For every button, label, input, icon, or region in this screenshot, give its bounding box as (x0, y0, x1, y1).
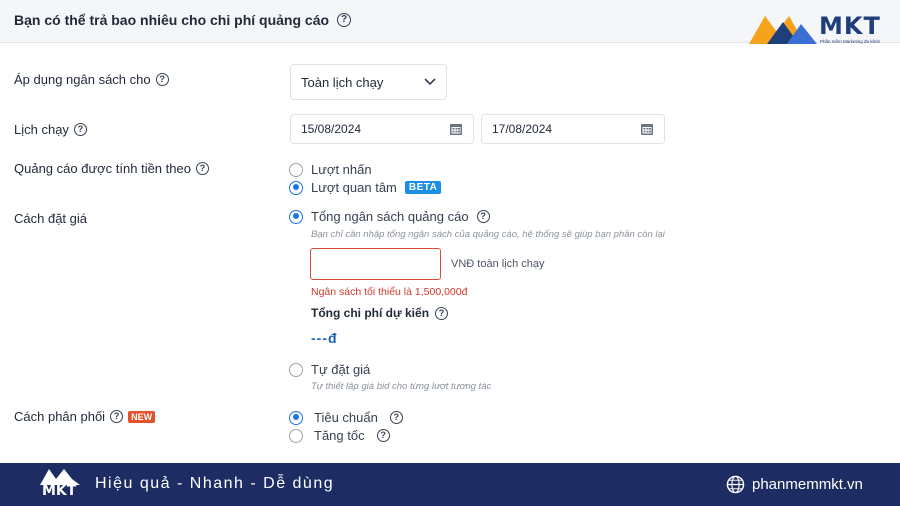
globe-icon (726, 475, 745, 494)
footer-logo: MKT (38, 467, 82, 503)
budget-error-message: Ngân sách tối thiểu là 1,500,000đ (311, 286, 468, 298)
radio-button-selected[interactable] (289, 209, 303, 224)
delivery-label: Cách phân phối ? NEW (14, 409, 156, 424)
new-badge: NEW (128, 410, 156, 423)
logo-mark-icon (749, 16, 817, 44)
delivery-option-accelerated[interactable]: Tăng tốc ? (289, 428, 390, 443)
schedule-label-text: Lịch chạy (14, 122, 69, 137)
billing-option-clicks[interactable]: Lượt nhấn (289, 162, 372, 177)
radio-button-selected[interactable] (289, 410, 303, 425)
schedule-label: Lịch chạy ? (14, 122, 87, 137)
estimated-cost-label: Tổng chi phí dự kiến ? (311, 306, 449, 320)
calendar-icon[interactable] (640, 122, 654, 136)
footer-slogan: Hiệu quả - Nhanh - Dễ dùng (95, 475, 335, 492)
calendar-icon[interactable] (449, 122, 463, 136)
bidding-option-label: Tổng ngân sách quảng cáo (311, 209, 469, 224)
radio-button-selected[interactable] (289, 180, 303, 195)
radio-button[interactable] (289, 362, 303, 377)
end-date-value: 17/08/2024 (492, 122, 553, 136)
logo-text: MKT (819, 12, 881, 40)
bidding-label-text: Cách đặt giá (14, 211, 87, 226)
delivery-option-standard[interactable]: Tiêu chuẩn ? (289, 410, 403, 425)
budget-scope-select[interactable]: Toàn lịch chạy (290, 64, 447, 100)
logo-tagline: Phần mềm Marketing đa kênh (820, 39, 881, 44)
help-icon[interactable]: ? (376, 429, 390, 442)
bidding-option-manual[interactable]: Tự đặt giá (289, 362, 370, 377)
help-icon[interactable]: ? (435, 306, 449, 320)
help-icon[interactable]: ? (155, 73, 169, 86)
mkt-logo: MKT Phần mềm Marketing đa kênh (747, 10, 889, 48)
budget-scope-value: Toàn lịch chạy (301, 74, 384, 90)
help-icon[interactable]: ? (73, 123, 87, 136)
radio-button[interactable] (289, 428, 303, 443)
billing-option-label: Lượt nhấn (311, 162, 372, 177)
help-icon[interactable]: ? (110, 410, 124, 423)
billing-label: Quảng cáo được tính tiền theo ? (14, 161, 209, 176)
footer-website[interactable]: phanmemmkt.vn (752, 476, 863, 493)
footer-logo-text: MKT (42, 483, 77, 499)
manual-bid-hint: Tự thiết lập giá bid cho từng lượt tương… (311, 381, 492, 392)
beta-badge: BETA (404, 181, 442, 194)
help-icon[interactable]: ? (476, 210, 490, 223)
help-icon[interactable]: ? (389, 411, 403, 424)
delivery-option-label: Tăng tốc (314, 428, 365, 443)
help-icon[interactable]: ? (195, 162, 209, 175)
billing-label-text: Quảng cáo được tính tiền theo (14, 161, 191, 176)
radio-button[interactable] (289, 162, 303, 177)
budget-unit-label: VNĐ toàn lịch chạy (451, 258, 545, 270)
section-title: Bạn có thể trả bao nhiêu cho chi phí quả… (14, 12, 352, 28)
total-budget-hint: Bạn chỉ cần nhập tổng ngân sách của quản… (311, 229, 665, 240)
help-icon[interactable]: ? (337, 13, 352, 27)
budget-scope-label: Áp dụng ngân sách cho ? (14, 72, 169, 87)
budget-scope-label-text: Áp dụng ngân sách cho (14, 72, 151, 87)
estimated-cost-value: ---đ (311, 330, 338, 346)
bidding-option-total-budget[interactable]: Tổng ngân sách quảng cáo ? (289, 209, 490, 224)
start-date-value: 15/08/2024 (301, 122, 362, 136)
start-date-input[interactable]: 15/08/2024 (290, 114, 474, 144)
chevron-down-icon (424, 78, 436, 86)
bidding-label: Cách đặt giá (14, 211, 87, 226)
billing-option-label: Lượt quan tâm (311, 180, 397, 195)
billing-option-engagements[interactable]: Lượt quan tâm BETA (289, 180, 442, 195)
delivery-label-text: Cách phân phối (14, 409, 106, 424)
delivery-option-label: Tiêu chuẩn (314, 410, 378, 425)
budget-amount-input[interactable] (310, 248, 441, 280)
end-date-input[interactable]: 17/08/2024 (481, 114, 665, 144)
footer-banner: MKT Hiệu quả - Nhanh - Dễ dùng phanmemmk… (0, 463, 900, 506)
bidding-option-label: Tự đặt giá (311, 362, 371, 377)
estimated-cost-label-text: Tổng chi phí dự kiến (311, 306, 430, 320)
section-title-text: Bạn có thể trả bao nhiêu cho chi phí quả… (14, 12, 330, 28)
